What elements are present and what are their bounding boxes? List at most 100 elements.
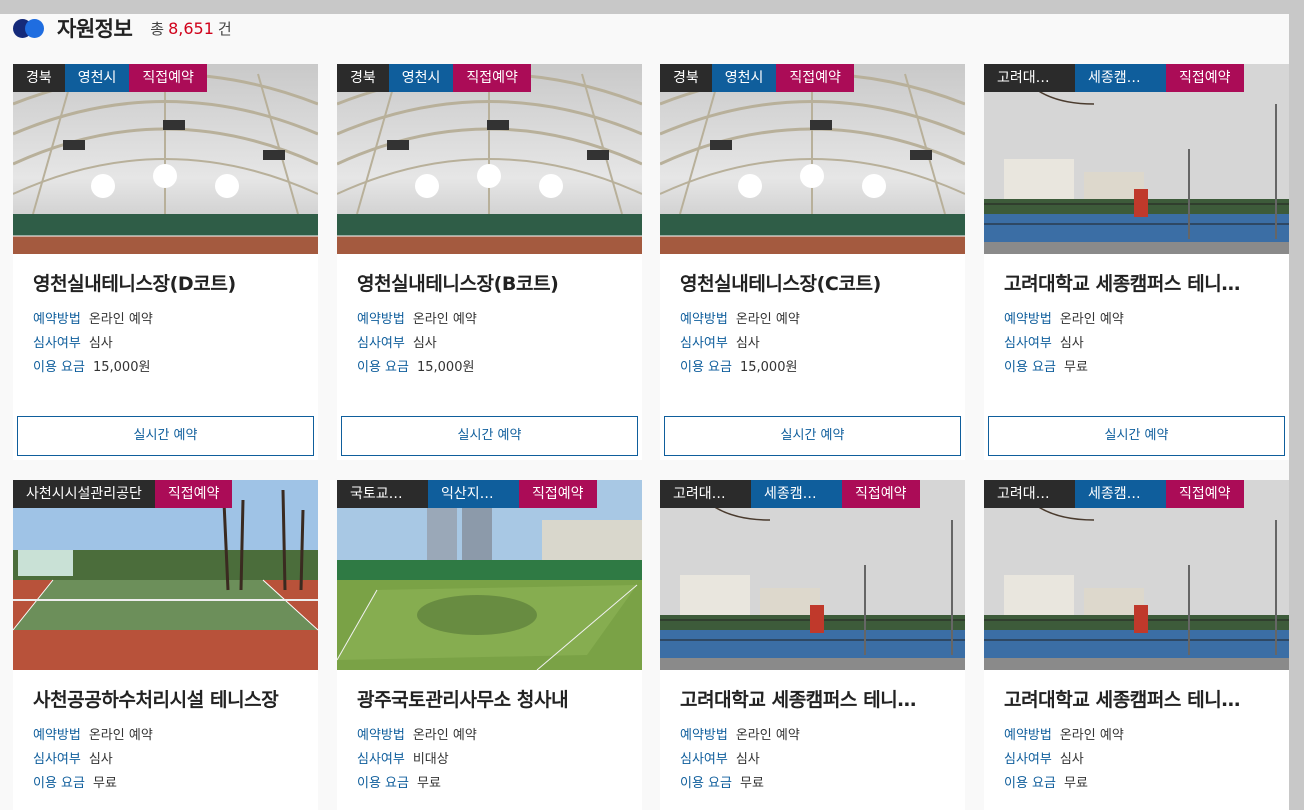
method-value: 온라인 예약 bbox=[1059, 312, 1124, 327]
region-tag: 영천시 bbox=[64, 64, 130, 92]
facility-name[interactable]: 영천실내테니스장(C코트) bbox=[680, 270, 945, 298]
method-row: 예약방법 온라인 예약 bbox=[33, 308, 298, 332]
result-count: 총 8,651 건 bbox=[150, 18, 231, 39]
review-row: 심사여부 심사 bbox=[33, 748, 298, 772]
page-title: 자원정보 bbox=[57, 17, 133, 41]
facility-photo[interactable]: 국토교… 익산지… 직접예약 bbox=[337, 480, 642, 670]
resource-card[interactable]: 경북 영천시 직접예약 영천실내테니스장(D코트) 예약방법 온라인 예약 심사여부… bbox=[13, 64, 318, 460]
review-value: 심사 bbox=[88, 336, 113, 351]
facility-info: 예약방법 온라인 예약 심사여부 심사 이용 요금 무료 bbox=[1004, 724, 1269, 796]
review-row: 심사여부 심사 bbox=[680, 748, 945, 772]
fee-value: 무료 bbox=[92, 776, 117, 791]
fee-row: 이용 요금 무료 bbox=[357, 772, 622, 796]
region-tag: 경북 bbox=[337, 64, 389, 92]
region-tag: 영천시 bbox=[711, 64, 777, 92]
facility-name[interactable]: 고려대학교 세종캠퍼스 테니… bbox=[680, 686, 945, 714]
review-label: 심사여부 bbox=[33, 336, 81, 351]
facility-name[interactable]: 사천공공하수처리시설 테니스장 bbox=[33, 686, 298, 714]
method-value: 온라인 예약 bbox=[412, 312, 477, 327]
fee-row: 이용 요금 무료 bbox=[1004, 772, 1269, 796]
region-tag: 직접예약 bbox=[776, 64, 854, 92]
count-prefix: 총 bbox=[150, 19, 165, 38]
review-row: 심사여부 심사 bbox=[33, 332, 298, 356]
fee-value: 15,000원 bbox=[739, 360, 798, 375]
resource-card[interactable]: 고려대… 세종캠… 직접예약 고려대학교 세종캠퍼스 테니… 예약방법 온라인 예약… bbox=[660, 480, 965, 810]
review-value: 심사 bbox=[88, 752, 113, 767]
region-tag: 직접예약 bbox=[1166, 64, 1244, 92]
review-value: 비대상 bbox=[412, 752, 449, 767]
facility-photo[interactable]: 경북 영천시 직접예약 bbox=[660, 64, 965, 254]
region-tag: 직접예약 bbox=[1166, 480, 1244, 508]
region-tag: 세종캠… bbox=[751, 480, 842, 508]
region-tag: 세종캠… bbox=[1075, 480, 1166, 508]
resource-card[interactable]: 경북 영천시 직접예약 영천실내테니스장(B코트) 예약방법 온라인 예약 심사여부… bbox=[337, 64, 642, 460]
review-row: 심사여부 심사 bbox=[680, 332, 945, 356]
facility-name[interactable]: 고려대학교 세종캠퍼스 테니… bbox=[1004, 686, 1269, 714]
realtime-reserve-button[interactable]: 실시간 예약 bbox=[988, 416, 1285, 456]
region-tag: 직접예약 bbox=[154, 480, 233, 508]
facility-photo[interactable]: 고려대… 세종캠… 직접예약 bbox=[984, 480, 1289, 670]
realtime-reserve-button[interactable]: 실시간 예약 bbox=[17, 416, 314, 456]
fee-label: 이용 요금 bbox=[680, 360, 732, 375]
facility-photo[interactable]: 고려대… 세종캠… 직접예약 bbox=[984, 64, 1289, 254]
tag-group: 경북 영천시 직접예약 bbox=[660, 64, 854, 92]
fee-row: 이용 요금 무료 bbox=[33, 772, 298, 796]
region-tag: 고려대… bbox=[984, 64, 1075, 92]
fee-label: 이용 요금 bbox=[1004, 776, 1056, 791]
facility-photo[interactable]: 경북 영천시 직접예약 bbox=[337, 64, 642, 254]
region-tag: 직접예약 bbox=[842, 480, 920, 508]
fee-value: 무료 bbox=[739, 776, 764, 791]
region-tag: 경북 bbox=[660, 64, 712, 92]
resource-card[interactable]: 고려대… 세종캠… 직접예약 고려대학교 세종캠퍼스 테니… 예약방법 온라인 예약… bbox=[984, 64, 1289, 460]
resource-card[interactable]: 경북 영천시 직접예약 영천실내테니스장(C코트) 예약방법 온라인 예약 심사여부… bbox=[660, 64, 965, 460]
facility-photo[interactable]: 고려대… 세종캠… 직접예약 bbox=[660, 480, 965, 670]
count-value: 8,651 bbox=[168, 18, 214, 38]
region-tag: 익산지… bbox=[428, 480, 519, 508]
method-row: 예약방법 온라인 예약 bbox=[33, 724, 298, 748]
method-row: 예약방법 온라인 예약 bbox=[1004, 724, 1269, 748]
facility-photo[interactable]: 경북 영천시 직접예약 bbox=[13, 64, 318, 254]
fee-value: 무료 bbox=[1063, 776, 1088, 791]
review-label: 심사여부 bbox=[1004, 752, 1052, 767]
review-label: 심사여부 bbox=[680, 336, 728, 351]
fee-label: 이용 요금 bbox=[33, 776, 85, 791]
fee-value: 무료 bbox=[1063, 360, 1088, 375]
region-tag: 직접예약 bbox=[129, 64, 207, 92]
resource-card[interactable]: 국토교… 익산지… 직접예약 광주국토관리사무소 청사내 예약방법 온라인 예약 심… bbox=[337, 480, 642, 810]
resource-card[interactable]: 사천시시설관리공단 직접예약 사천공공하수처리시설 테니스장 예약방법 온라인 예… bbox=[13, 480, 318, 810]
facility-info: 예약방법 온라인 예약 심사여부 심사 이용 요금 무료 bbox=[680, 724, 945, 796]
review-row: 심사여부 비대상 bbox=[357, 748, 622, 772]
facility-name[interactable]: 광주국토관리사무소 청사내 bbox=[357, 686, 622, 714]
facility-name[interactable]: 영천실내테니스장(D코트) bbox=[33, 270, 298, 298]
tag-group: 국토교… 익산지… 직접예약 bbox=[337, 480, 597, 508]
fee-row: 이용 요금 15,000원 bbox=[33, 356, 298, 380]
review-label: 심사여부 bbox=[1004, 336, 1052, 351]
facility-name[interactable]: 영천실내테니스장(B코트) bbox=[357, 270, 622, 298]
review-value: 심사 bbox=[412, 336, 437, 351]
facility-info: 예약방법 온라인 예약 심사여부 심사 이용 요금 무료 bbox=[33, 724, 298, 796]
facility-photo[interactable]: 사천시시설관리공단 직접예약 bbox=[13, 480, 318, 670]
region-tag: 고려대… bbox=[660, 480, 751, 508]
method-label: 예약방법 bbox=[680, 728, 728, 743]
tag-group: 고려대… 세종캠… 직접예약 bbox=[660, 480, 920, 508]
realtime-reserve-button[interactable]: 실시간 예약 bbox=[341, 416, 638, 456]
tag-group: 고려대… 세종캠… 직접예약 bbox=[984, 480, 1244, 508]
resource-card[interactable]: 고려대… 세종캠… 직접예약 고려대학교 세종캠퍼스 테니… 예약방법 온라인 예약… bbox=[984, 480, 1289, 810]
method-row: 예약방법 온라인 예약 bbox=[680, 724, 945, 748]
method-value: 온라인 예약 bbox=[412, 728, 477, 743]
review-row: 심사여부 심사 bbox=[1004, 748, 1269, 772]
review-value: 심사 bbox=[735, 752, 760, 767]
fee-value: 15,000원 bbox=[416, 360, 475, 375]
facility-info: 예약방법 온라인 예약 심사여부 심사 이용 요금 15,000원 bbox=[357, 308, 622, 380]
resource-panel: 자원정보 총 8,651 건 경북영천시직접예약 영천실내테니스장(D코트) bbox=[0, 14, 1289, 810]
realtime-reserve-button[interactable]: 실시간 예약 bbox=[664, 416, 961, 456]
review-label: 심사여부 bbox=[33, 752, 81, 767]
review-label: 심사여부 bbox=[357, 336, 405, 351]
method-value: 온라인 예약 bbox=[735, 312, 800, 327]
method-row: 예약방법 온라인 예약 bbox=[357, 724, 622, 748]
fee-row: 이용 요금 15,000원 bbox=[357, 356, 622, 380]
facility-name[interactable]: 고려대학교 세종캠퍼스 테니… bbox=[1004, 270, 1269, 298]
method-label: 예약방법 bbox=[33, 312, 81, 327]
region-tag: 영천시 bbox=[388, 64, 454, 92]
tag-group: 사천시시설관리공단 직접예약 bbox=[13, 480, 233, 508]
